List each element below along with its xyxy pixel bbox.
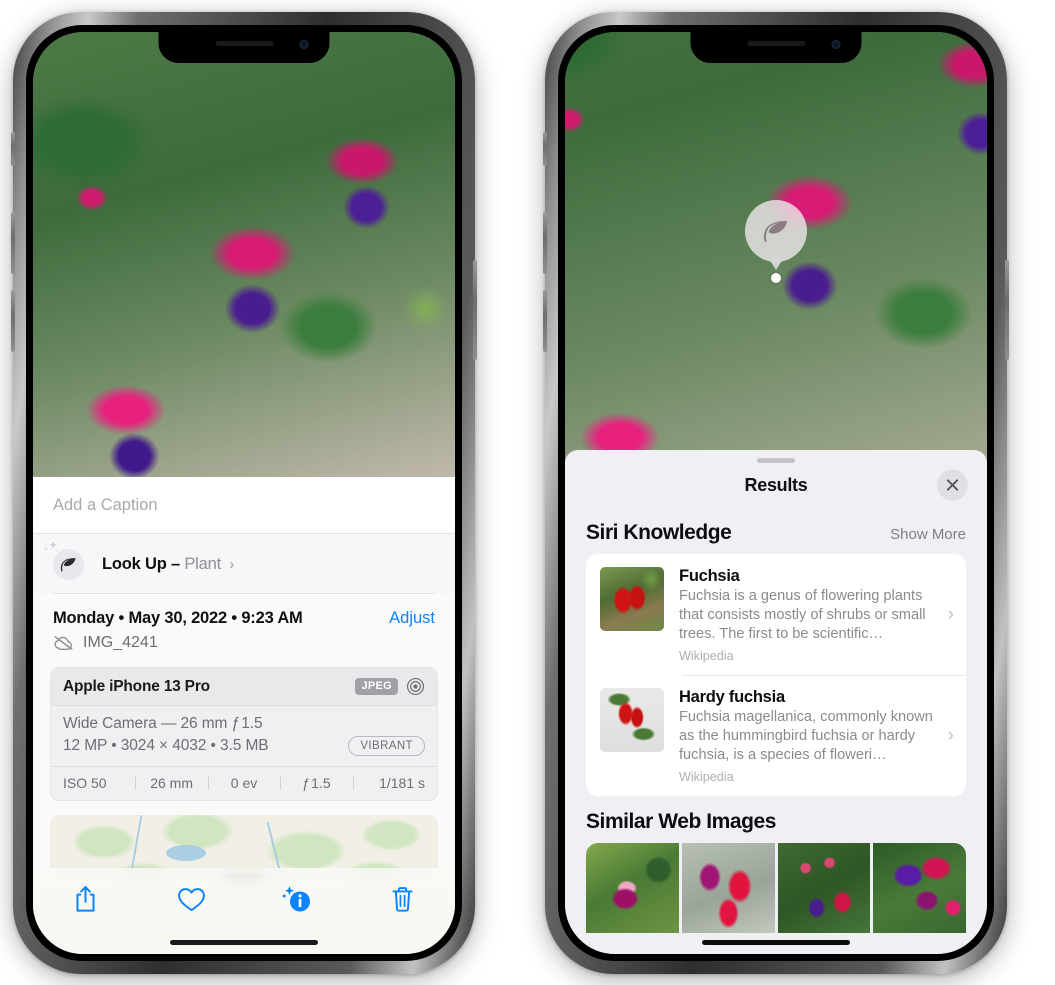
screen-right: Results Siri Knowledge Show More Fuchsia… [565, 32, 987, 954]
mute-switch[interactable] [543, 132, 547, 166]
caption-row[interactable]: Add a Caption [33, 477, 455, 534]
info-button[interactable] [271, 877, 323, 921]
knowledge-text: Hardy fuchsia Fuchsia magellanica, commo… [679, 688, 944, 784]
home-indicator[interactable] [702, 940, 850, 945]
photo-date: Monday • May 30, 2022 • 9:23 AM [53, 609, 303, 627]
leaf-icon-bubble [745, 200, 807, 262]
earpiece-speaker [747, 41, 805, 46]
knowledge-title: Fuchsia [679, 567, 740, 585]
screen-left: Add a Caption Look Up – Plant › Monday •… [33, 32, 455, 954]
earpiece-speaker [215, 41, 273, 46]
share-icon [76, 886, 95, 912]
phone-bezel-left: Add a Caption Look Up – Plant › Monday •… [26, 25, 462, 961]
pin-dot [771, 273, 781, 283]
icloud-slash-icon [54, 636, 73, 650]
home-indicator[interactable] [170, 940, 318, 945]
front-camera-icon [299, 40, 309, 49]
knowledge-text: Fuchsia Fuchsia is a genus of flowering … [679, 567, 944, 663]
lens-info: Wide Camera — 26 mm ƒ 1.5 [63, 715, 263, 732]
exif-row: ISO 50 26 mm 0 ev ƒ 1.5 1/181 s [51, 766, 437, 800]
leaf-icon-badge [44, 540, 84, 580]
exif-shutter-speed: 1/181 s [352, 775, 425, 791]
trash-icon [392, 886, 413, 912]
similar-web-images-row [586, 842, 966, 933]
leaf-icon [763, 221, 788, 243]
mute-switch[interactable] [11, 132, 15, 166]
web-image-3[interactable] [777, 842, 871, 933]
chevron-right-icon: › [947, 724, 954, 746]
knowledge-title: Hardy fuchsia [679, 687, 785, 706]
volume-down-button[interactable] [11, 290, 15, 352]
sheet-title: Results [744, 474, 808, 495]
look-up-label: Look Up – Plant › [102, 555, 234, 574]
knowledge-item[interactable]: Hardy fuchsia Fuchsia magellanica, commo… [586, 674, 966, 796]
adjust-button[interactable]: Adjust [389, 609, 435, 628]
caption-input[interactable]: Add a Caption [53, 496, 158, 515]
notch-left [158, 32, 330, 63]
share-button[interactable] [60, 877, 112, 921]
show-more-button[interactable]: Show More [890, 526, 966, 543]
notch-right [690, 32, 862, 63]
web-image-1[interactable] [586, 842, 679, 933]
power-button[interactable] [1005, 260, 1009, 360]
volume-up-button[interactable] [543, 212, 547, 274]
close-button[interactable] [937, 469, 968, 501]
sparkles-icon [44, 540, 58, 552]
format-badge: JPEG [355, 678, 398, 695]
knowledge-description: Fuchsia magellanica, commonly known as t… [679, 708, 933, 763]
knowledge-source: Wikipedia [679, 648, 734, 663]
delete-button[interactable] [376, 877, 428, 921]
favorite-button[interactable] [165, 877, 217, 921]
size-info: 12 MP • 3024 × 4032 • 3.5 MB [63, 737, 269, 754]
similar-web-images-header: Similar Web Images [565, 796, 987, 843]
file-row: IMG_4241 [33, 628, 455, 652]
results-sheet: Results Siri Knowledge Show More Fuchsia… [565, 450, 987, 954]
file-name: IMG_4241 [83, 634, 158, 651]
camera-metadata-card[interactable]: Apple iPhone 13 Pro JPEG Wide Camera — 2… [50, 667, 438, 801]
volume-up-button[interactable] [11, 212, 15, 274]
hardy-fuchsia-thumbnail [600, 687, 664, 752]
look-up-subject: Plant [184, 554, 221, 573]
phone-bezel-right: Results Siri Knowledge Show More Fuchsia… [558, 25, 994, 961]
close-icon [946, 479, 959, 491]
aperture-icon[interactable] [406, 677, 425, 696]
siri-knowledge-title: Siri Knowledge [586, 521, 732, 544]
metadata-body: Wide Camera — 26 mm ƒ 1.5 12 MP • 3024 ×… [51, 706, 437, 766]
look-up-title: Look Up – [102, 554, 180, 573]
info-sparkles-icon [281, 886, 310, 912]
chevron-right-icon: › [229, 555, 235, 573]
chevron-right-icon: › [947, 603, 954, 625]
leaf-icon [60, 557, 76, 572]
date-row: Monday • May 30, 2022 • 9:23 AM Adjust [33, 594, 455, 628]
front-camera-icon [831, 40, 841, 49]
size-info-row: 12 MP • 3024 × 4032 • 3.5 MB VIBRANT [63, 736, 425, 756]
exif-iso: ISO 50 [63, 775, 107, 791]
sheet-header: Results [565, 463, 987, 507]
look-up-row[interactable]: Look Up – Plant › [33, 534, 455, 594]
siri-knowledge-card: Fuchsia Fuchsia is a genus of flowering … [586, 554, 966, 796]
heart-icon [177, 887, 205, 911]
web-image-2[interactable] [681, 842, 775, 933]
iphone-right: Results Siri Knowledge Show More Fuchsia… [543, 12, 1009, 974]
device-name: Apple iPhone 13 Pro [63, 677, 210, 695]
iphone-left: Add a Caption Look Up – Plant › Monday •… [11, 12, 477, 974]
web-image-4[interactable] [873, 842, 966, 933]
knowledge-description: Fuchsia is a genus of flowering plants t… [679, 588, 926, 642]
screenshot-stage: Add a Caption Look Up – Plant › Monday •… [0, 0, 1055, 985]
visual-lookup-pin[interactable] [745, 200, 807, 283]
map-lake [166, 845, 207, 861]
exif-aperture: ƒ 1.5 [280, 775, 352, 791]
exif-exposure-value: 0 ev [207, 775, 280, 791]
similar-web-images-title: Similar Web Images [586, 809, 776, 833]
knowledge-item[interactable]: Fuchsia Fuchsia is a genus of flowering … [586, 554, 966, 675]
power-button[interactable] [473, 260, 477, 360]
metadata-badges: JPEG [355, 677, 425, 696]
exif-focal-length: 26 mm [135, 775, 207, 791]
volume-down-button[interactable] [543, 290, 547, 352]
siri-knowledge-header: Siri Knowledge Show More [565, 507, 987, 554]
fuchsia-thumbnail [600, 567, 664, 631]
metadata-header: Apple iPhone 13 Pro JPEG [51, 668, 437, 706]
photographic-style-badge: VIBRANT [348, 736, 425, 756]
knowledge-source: Wikipedia [679, 769, 734, 784]
